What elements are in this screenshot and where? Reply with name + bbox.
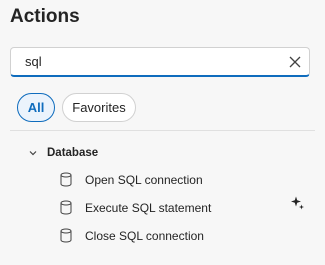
panel-title: Actions xyxy=(10,6,80,27)
action-label: Open SQL connection xyxy=(85,173,203,187)
clear-search-icon[interactable] xyxy=(287,54,303,70)
action-open-sql-connection[interactable]: Open SQL connection xyxy=(60,170,300,190)
action-execute-sql-statement[interactable]: Execute SQL statement xyxy=(60,198,300,218)
action-label: Close SQL connection xyxy=(85,229,204,243)
group-database-toggle[interactable]: Database xyxy=(28,146,98,160)
sparkle-icon[interactable] xyxy=(290,195,305,210)
search-box[interactable] xyxy=(10,47,310,77)
database-icon xyxy=(60,172,74,188)
filter-chip-favorites[interactable]: Favorites xyxy=(62,93,136,122)
group-label: Database xyxy=(47,147,99,159)
action-label: Execute SQL statement xyxy=(85,201,212,215)
database-icon xyxy=(60,228,74,244)
search-input[interactable] xyxy=(11,48,281,75)
divider xyxy=(10,130,315,131)
action-close-sql-connection[interactable]: Close SQL connection xyxy=(60,226,300,246)
filter-chip-all[interactable]: All xyxy=(17,93,55,122)
chevron-down-icon xyxy=(28,148,38,158)
database-icon xyxy=(60,200,74,216)
